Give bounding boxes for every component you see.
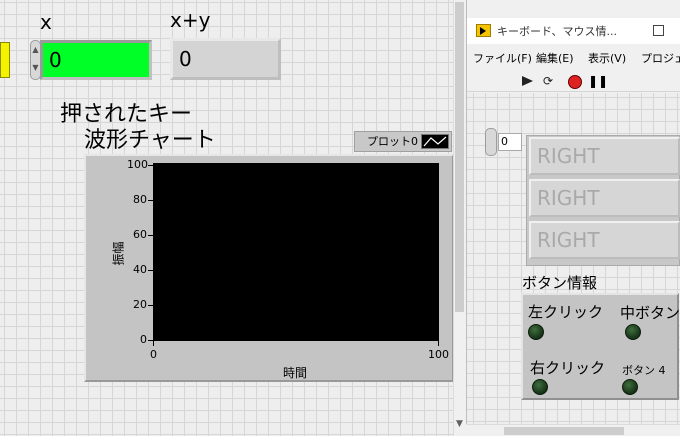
- y-tick-label: 40: [133, 263, 147, 276]
- legend-label: プロット0: [367, 135, 418, 148]
- menu-project[interactable]: プロジェク: [641, 50, 680, 66]
- middle-button-label: 中ボタン: [620, 304, 680, 322]
- right-click-led: [532, 379, 548, 395]
- plot-area[interactable]: [153, 163, 439, 341]
- left-click-label: 左クリック: [528, 303, 604, 321]
- x-axis-title: 時間: [283, 366, 308, 380]
- xy-label: x+y: [170, 8, 211, 32]
- scroll-down-arrow-icon[interactable]: ▼: [455, 418, 464, 430]
- labview-vi-icon: [476, 24, 491, 37]
- x-label: x: [40, 10, 52, 34]
- maximize-icon[interactable]: [653, 25, 664, 36]
- y-tick-mark: [148, 200, 153, 201]
- key-array-element: RIGHT: [529, 221, 680, 259]
- button-info-label: ボタン情報: [522, 274, 598, 292]
- pause-icon[interactable]: ❚❚: [588, 73, 608, 89]
- y-tick-label: 100: [127, 158, 148, 171]
- menu-edit[interactable]: 編集(E): [536, 50, 574, 66]
- toolbar: ⟳ ❚❚: [467, 70, 680, 92]
- y-tick-mark: [148, 235, 153, 236]
- menu-bar: ファイル(F) 編集(E) 表示(V) プロジェク: [467, 46, 680, 68]
- y-tick-label: 60: [133, 228, 147, 241]
- button4-led: [622, 379, 638, 395]
- array-index-field[interactable]: 0: [498, 133, 522, 151]
- middle-button-led: [625, 324, 641, 340]
- title-bar[interactable]: キーボード、マウス情...: [467, 18, 680, 44]
- boolean-indicator[interactable]: [0, 42, 10, 78]
- abort-execution-icon[interactable]: [566, 73, 582, 89]
- y-tick-label: 0: [140, 333, 147, 346]
- legend-line-swatch[interactable]: [421, 134, 449, 149]
- run-continuously-icon[interactable]: ⟳: [540, 73, 556, 89]
- left-click-led: [528, 324, 544, 340]
- y-axis-title: 振幅: [111, 241, 126, 266]
- plot-legend[interactable]: プロット0: [354, 131, 452, 152]
- y-tick-mark: [148, 305, 153, 306]
- y-tick-mark: [148, 165, 153, 166]
- window-title: キーボード、マウス情...: [497, 25, 618, 38]
- x-tick-label: 0: [150, 348, 157, 361]
- menu-view[interactable]: 表示(V): [588, 50, 626, 66]
- x-tick-mark: [438, 341, 439, 346]
- vertical-scroll-thumb[interactable]: [455, 2, 464, 312]
- menu-file[interactable]: ファイル(F): [473, 50, 532, 66]
- button4-label: ボタン 4: [622, 364, 666, 377]
- x-numeric-control[interactable]: 0: [40, 40, 152, 80]
- horizontal-scroll-thumb[interactable]: [504, 427, 624, 435]
- x-tick-mark: [153, 341, 154, 346]
- xy-numeric-indicator: 0: [170, 38, 281, 80]
- pressed-keys-title: 押されたキー: [60, 102, 193, 127]
- y-tick-label: 20: [133, 298, 147, 311]
- x-tick-label: 100: [428, 348, 449, 361]
- right-click-label: 右クリック: [530, 359, 606, 377]
- run-arrow-icon[interactable]: [519, 73, 535, 89]
- key-array-element: RIGHT: [529, 137, 680, 175]
- y-tick-label: 80: [133, 193, 147, 206]
- y-tick-mark: [148, 270, 153, 271]
- key-array-element: RIGHT: [529, 179, 680, 217]
- array-index-spinner[interactable]: [485, 128, 497, 156]
